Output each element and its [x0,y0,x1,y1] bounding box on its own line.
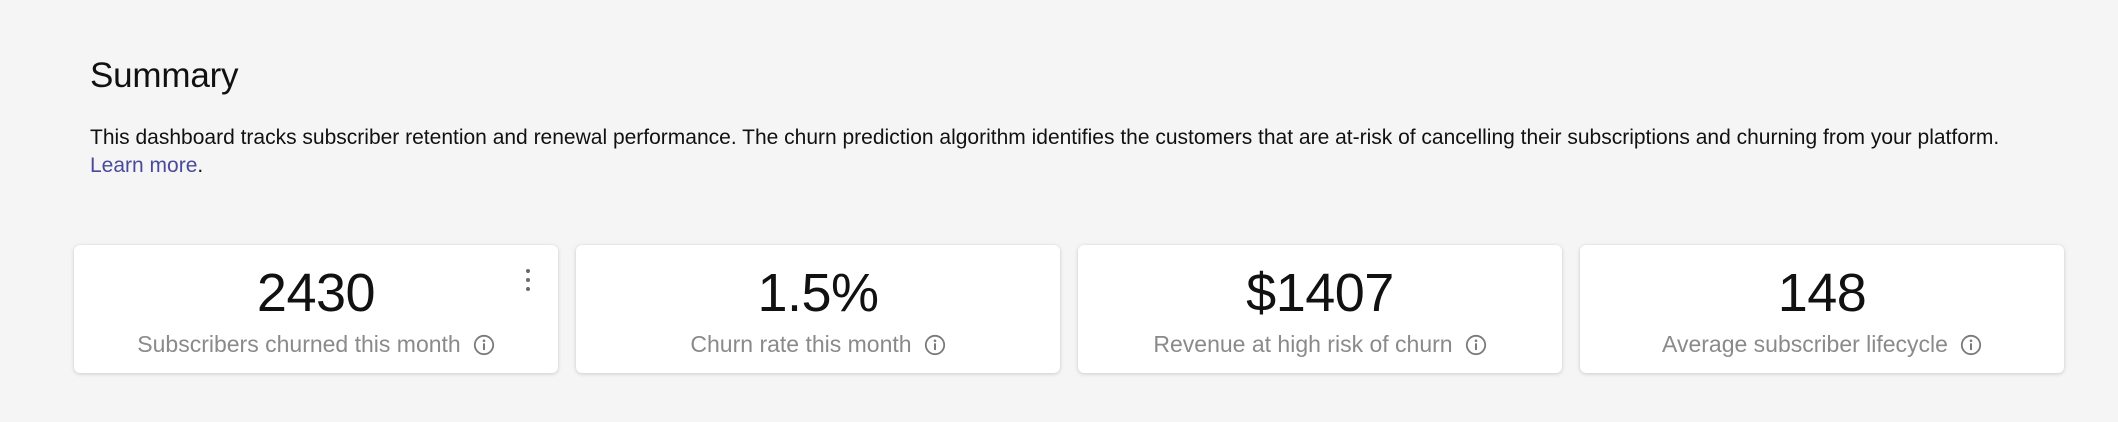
metric-cards: 2430 Subscribers churned this month 1.5%… [74,245,2064,373]
summary-title: Summary [90,56,239,95]
metric-card-average-lifecycle: 148 Average subscriber lifecycle [1580,245,2064,373]
metric-label: Churn rate this month [690,331,912,357]
metric-value: $1407 [1246,263,1394,323]
metric-value: 1.5% [757,263,879,323]
metric-label: Subscribers churned this month [137,331,461,357]
description-text: This dashboard tracks subscriber retenti… [90,126,2000,149]
info-icon[interactable] [924,334,946,356]
metric-card-subscribers-churned: 2430 Subscribers churned this month [74,245,558,373]
metric-card-churn-rate: 1.5% Churn rate this month [576,245,1060,373]
learn-more-link[interactable]: Learn more [90,154,197,177]
metric-label: Revenue at high risk of churn [1153,331,1453,357]
learn-more-suffix: . [197,154,204,177]
metric-card-revenue-at-risk: $1407 Revenue at high risk of churn [1078,245,1562,373]
info-icon[interactable] [1465,334,1487,356]
metric-value: 2430 [256,263,376,323]
metric-value: 148 [1777,263,1867,323]
summary-description: This dashboard tracks subscriber retenti… [90,124,2080,180]
info-icon[interactable] [1960,334,1982,356]
more-vert-icon[interactable] [524,269,532,291]
metric-label: Average subscriber lifecycle [1662,331,1948,357]
info-icon[interactable] [473,334,495,356]
